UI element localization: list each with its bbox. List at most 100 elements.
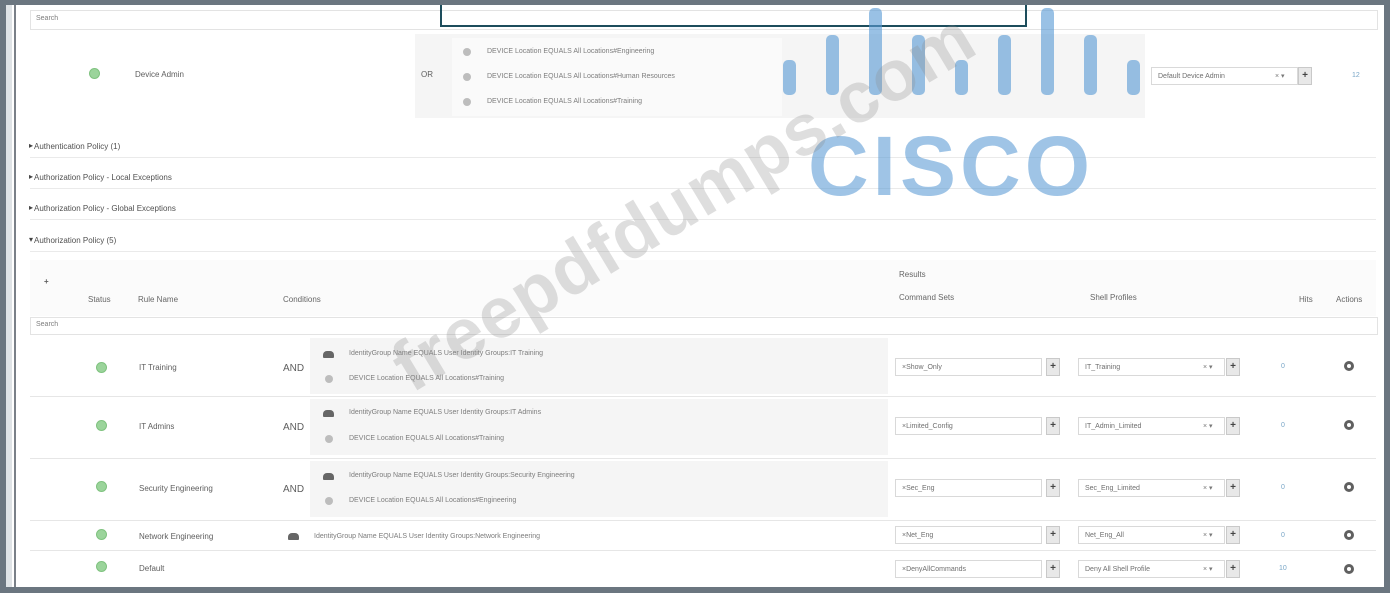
shell-profile-value: Net_Eng_All: [1085, 532, 1124, 539]
location-icon: [325, 497, 333, 505]
chevron-right-icon[interactable]: ▸: [29, 203, 33, 212]
top-search-placeholder: Search: [36, 15, 59, 22]
shell-profile-value: Deny All Shell Profile: [1085, 566, 1150, 573]
rule-condition[interactable]: IdentityGroup Name EQUALS User Identity …: [314, 533, 540, 540]
table-search-input[interactable]: Search: [30, 317, 1378, 335]
rule-hits[interactable]: 0: [1281, 422, 1285, 429]
header-actions: Actions: [1336, 295, 1363, 304]
rule-operator: AND: [283, 484, 305, 495]
add-shell-profile-button[interactable]: +: [1226, 479, 1240, 497]
rule-operator: AND: [283, 422, 305, 433]
rule-condition[interactable]: DEVICE Location EQUALS All Locations#Tra…: [349, 435, 504, 442]
header-rule-name[interactable]: Rule Name: [138, 295, 178, 304]
device-admin-condition[interactable]: DEVICE Location EQUALS All Locations#Eng…: [487, 48, 654, 55]
identity-group-icon: [323, 351, 334, 358]
command-set-value: ×Limited_Config: [902, 423, 953, 430]
device-admin-condition[interactable]: DEVICE Location EQUALS All Locations#Tra…: [487, 98, 642, 105]
device-admin-hits[interactable]: 12: [1352, 72, 1360, 79]
command-set-value: ×Sec_Eng: [902, 485, 935, 492]
dropdown-arrow-icon[interactable]: × ▾: [1203, 363, 1213, 371]
add-rule-button[interactable]: +: [44, 277, 49, 286]
rule-name[interactable]: Security Engineering: [139, 484, 213, 493]
gear-icon[interactable]: [1344, 482, 1354, 492]
rule-hits[interactable]: 0: [1281, 532, 1285, 539]
command-set-select[interactable]: ×Show_Only: [895, 358, 1042, 376]
table-search-placeholder: Search: [36, 321, 59, 328]
rule-condition[interactable]: IdentityGroup Name EQUALS User Identity …: [349, 409, 541, 416]
section-label: Authorization Policy (5): [34, 236, 117, 245]
chevron-down-icon[interactable]: ▾: [29, 235, 33, 244]
add-shell-profile-button[interactable]: +: [1226, 358, 1240, 376]
shell-profile-value: IT_Admin_Limited: [1085, 423, 1142, 430]
rule-operator: AND: [283, 363, 305, 374]
rule-hits[interactable]: 0: [1281, 484, 1285, 491]
identity-group-icon: [323, 410, 334, 417]
command-set-select[interactable]: ×DenyAllCommands: [895, 560, 1042, 578]
gear-icon[interactable]: [1344, 420, 1354, 430]
gear-icon[interactable]: [1344, 361, 1354, 371]
rule-hits[interactable]: 0: [1281, 363, 1285, 370]
dropdown-arrow-icon[interactable]: × ▾: [1203, 484, 1213, 492]
gear-icon[interactable]: [1344, 564, 1354, 574]
chevron-right-icon[interactable]: ▸: [29, 172, 33, 181]
header-hits[interactable]: Hits: [1299, 295, 1313, 304]
add-result-button[interactable]: +: [1298, 67, 1312, 85]
command-set-select[interactable]: ×Sec_Eng: [895, 479, 1042, 497]
table-header-bg: [30, 260, 1376, 316]
header-command-sets[interactable]: Command Sets: [899, 293, 954, 302]
device-admin-condition[interactable]: DEVICE Location EQUALS All Locations#Hum…: [487, 73, 675, 80]
device-admin-operator: OR: [421, 70, 433, 79]
identity-group-icon: [323, 473, 334, 480]
add-shell-profile-button[interactable]: +: [1226, 417, 1240, 435]
command-set-value: ×DenyAllCommands: [902, 566, 966, 573]
command-set-value: ×Show_Only: [902, 364, 942, 371]
header-shell-profiles[interactable]: Shell Profiles: [1090, 293, 1137, 302]
identity-group-icon: [288, 533, 299, 540]
device-admin-rule-name[interactable]: Device Admin: [135, 70, 184, 79]
rule-hits[interactable]: 10: [1279, 565, 1287, 572]
rule-name[interactable]: IT Training: [139, 363, 177, 372]
shell-profile-value: IT_Training: [1085, 364, 1121, 371]
dropdown-arrow-icon[interactable]: × ▾: [1203, 422, 1213, 430]
status-enabled-icon[interactable]: [96, 481, 107, 492]
dropdown-arrow-icon[interactable]: × ▾: [1203, 531, 1213, 539]
status-enabled-icon[interactable]: [96, 420, 107, 431]
command-set-value: ×Net_Eng: [902, 532, 934, 539]
rule-condition[interactable]: IdentityGroup Name EQUALS User Identity …: [349, 472, 575, 479]
device-admin-result-value: Default Device Admin: [1158, 73, 1225, 80]
header-status[interactable]: Status: [88, 295, 111, 304]
add-command-set-button[interactable]: +: [1046, 560, 1060, 578]
location-icon: [325, 375, 333, 383]
command-set-select[interactable]: ×Limited_Config: [895, 417, 1042, 435]
location-icon: [463, 48, 471, 56]
add-command-set-button[interactable]: +: [1046, 479, 1060, 497]
section-label: Authorization Policy - Global Exceptions: [34, 204, 176, 213]
chevron-right-icon[interactable]: ▸: [29, 141, 33, 150]
add-shell-profile-button[interactable]: +: [1226, 526, 1240, 544]
add-command-set-button[interactable]: +: [1046, 526, 1060, 544]
location-icon: [463, 73, 471, 81]
left-rail-divider: [14, 5, 16, 587]
section-label: Authentication Policy (1): [34, 142, 121, 151]
status-enabled-icon[interactable]: [96, 529, 107, 540]
command-set-select[interactable]: ×Net_Eng: [895, 526, 1042, 544]
section-label: Authorization Policy - Local Exceptions: [34, 173, 172, 182]
gear-icon[interactable]: [1344, 530, 1354, 540]
dropdown-arrow-icon[interactable]: × ▾: [1203, 565, 1213, 573]
shell-profile-value: Sec_Eng_Limited: [1085, 485, 1140, 492]
location-icon: [463, 98, 471, 106]
status-enabled-icon[interactable]: [96, 561, 107, 572]
add-command-set-button[interactable]: +: [1046, 417, 1060, 435]
add-command-set-button[interactable]: +: [1046, 358, 1060, 376]
rule-name[interactable]: Network Engineering: [139, 532, 213, 541]
rule-name[interactable]: Default: [139, 564, 164, 573]
status-enabled-icon[interactable]: [96, 362, 107, 373]
header-conditions[interactable]: Conditions: [283, 295, 321, 304]
rule-condition[interactable]: DEVICE Location EQUALS All Locations#Eng…: [349, 497, 516, 504]
status-enabled-icon[interactable]: [89, 68, 100, 79]
header-results: Results: [899, 270, 926, 279]
left-rail: [6, 5, 12, 587]
dropdown-arrow-icon[interactable]: × ▾: [1275, 72, 1285, 80]
rule-name[interactable]: IT Admins: [139, 422, 174, 431]
add-shell-profile-button[interactable]: +: [1226, 560, 1240, 578]
